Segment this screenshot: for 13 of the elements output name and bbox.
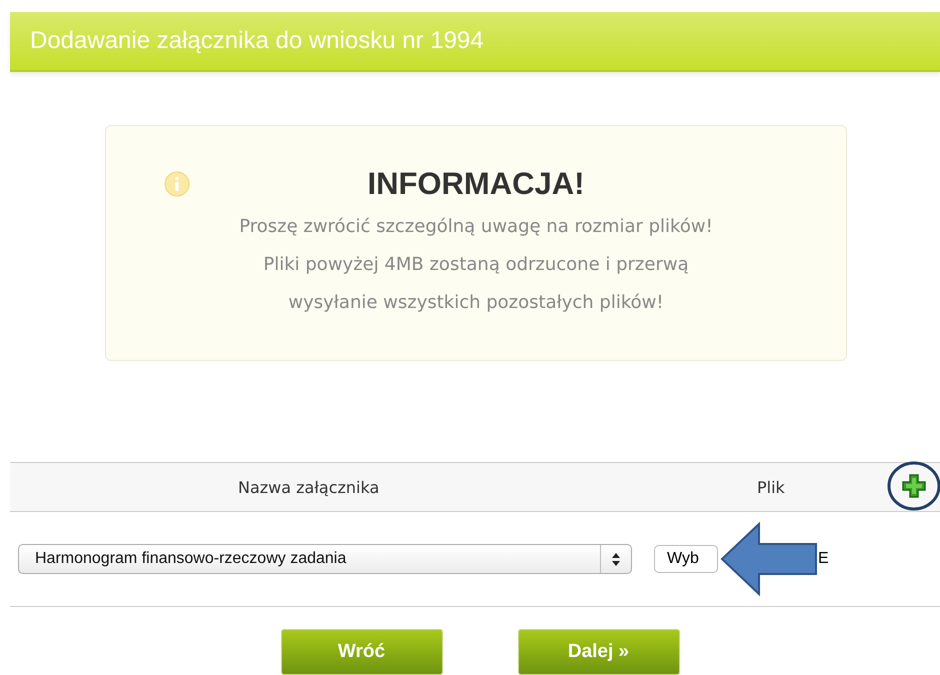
info-text: Pliki powyżej 4MB zostaną odrzucone i przerwą	[262, 253, 690, 277]
attachment-type-select[interactable]: Harmonogram finansowo-rzeczowy zadania	[18, 544, 632, 574]
info-text: Proszę zwrócić szczególną uwagę na rozmiar plików!	[238, 215, 714, 239]
info-icon	[164, 171, 190, 197]
info-text: wysyłanie wszystkich pozostałych plików!	[287, 291, 665, 315]
info-title: INFORMACJA!	[368, 166, 584, 201]
page-title: Dodawanie załącznika do wniosku nr 1994	[30, 27, 484, 55]
plus-icon[interactable]	[900, 472, 928, 500]
column-header: Plik	[757, 478, 785, 496]
updown-caret-icon	[612, 552, 620, 566]
column-header: Nazwa załącznika	[238, 478, 380, 496]
choose-file-button[interactable]: Wyb	[654, 545, 718, 573]
file-status: E	[818, 550, 829, 568]
